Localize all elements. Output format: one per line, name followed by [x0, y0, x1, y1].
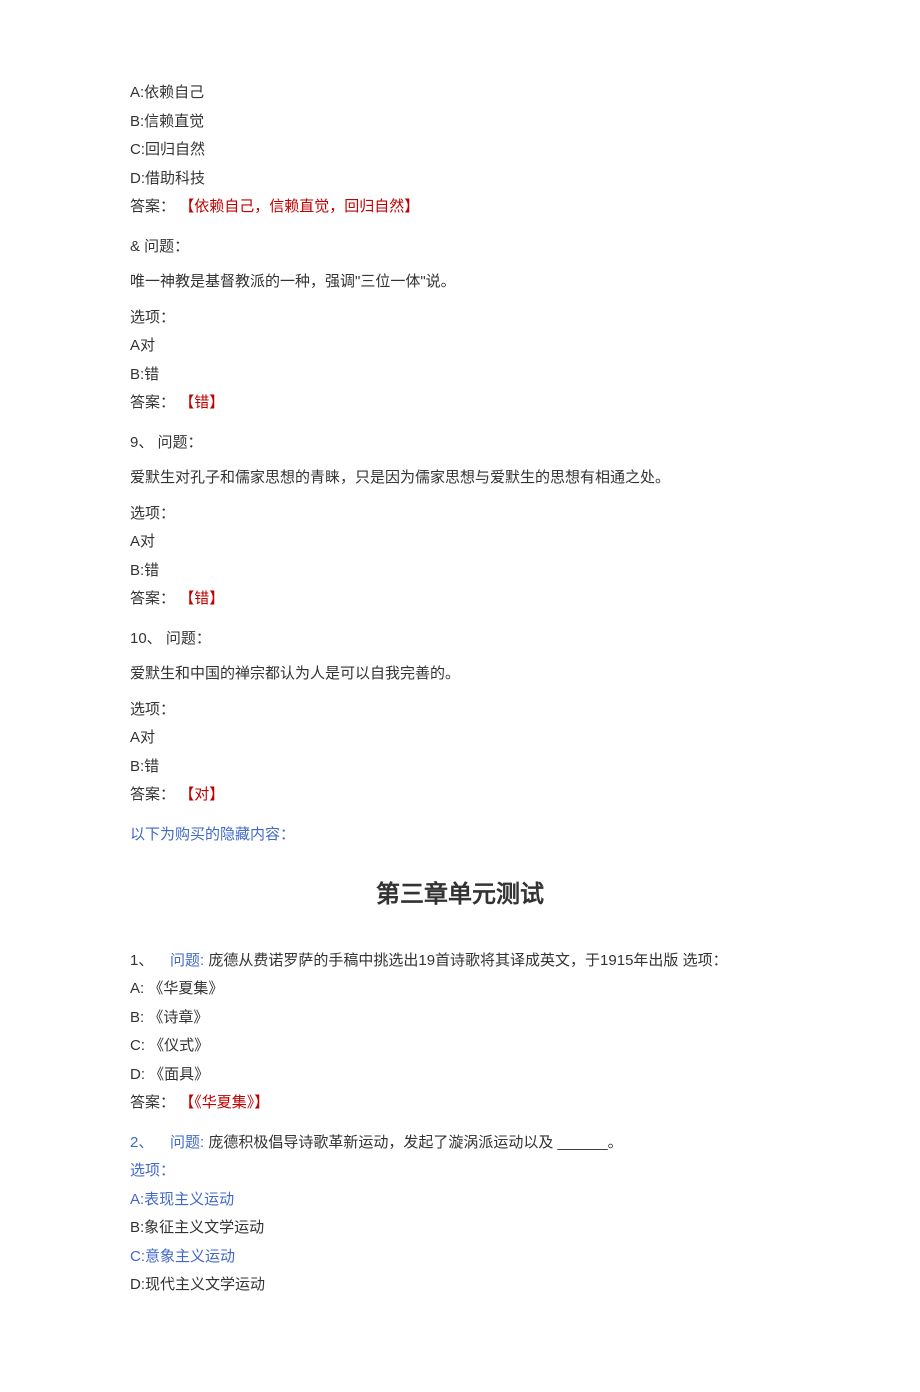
- chapter3-question-1: 1、 问题: 庞德从费诺罗萨的手稿中挑选出19首诗歌将其译成英文，于1915年出…: [130, 948, 790, 1116]
- option-b: B:错: [130, 362, 790, 388]
- option-b: B:错: [130, 558, 790, 584]
- question-prefix: 1、: [130, 952, 153, 969]
- option-d: D:现代主义文学运动: [130, 1272, 790, 1298]
- answer-value: 【错】: [179, 590, 224, 607]
- answer-line: 答案： 【错】: [130, 390, 790, 416]
- option-a: A:表现主义运动: [130, 1187, 790, 1213]
- question-stem: 庞德从费诺罗萨的手稿中挑选出19首诗歌将其译成英文，于1915年出版 选项：: [208, 952, 727, 969]
- options-label: 选项：: [130, 501, 790, 527]
- question-number: 9、 问题：: [130, 430, 790, 456]
- question-stem: 唯一神教是基督教派的一种，强调"三位一体"说。: [130, 269, 790, 295]
- question-8: & 问题： 唯一神教是基督教派的一种，强调"三位一体"说。 选项： A对 B:错…: [130, 234, 790, 416]
- question-header: 2、 问题: 庞德积极倡导诗歌革新运动，发起了漩涡派运动以及 ______。: [130, 1130, 790, 1156]
- question-10: 10、 问题： 爱默生和中国的禅宗都认为人是可以自我完善的。 选项： A对 B:…: [130, 626, 790, 808]
- option-a: A对: [130, 529, 790, 555]
- question-stem: 爱默生和中国的禅宗都认为人是可以自我完善的。: [130, 661, 790, 687]
- answer-line: 答案： 【错】: [130, 586, 790, 612]
- option-d: D: 《面具》: [130, 1062, 790, 1088]
- answer-label: 答案：: [130, 198, 175, 215]
- option-a: A:依赖自己: [130, 80, 790, 106]
- chapter-title: 第三章单元测试: [130, 875, 790, 916]
- question-7-options: A:依赖自己 B:信赖直觉 C:回归自然 D:借助科技 答案： 【依赖自己，信赖…: [130, 80, 790, 220]
- answer-line: 答案： 【依赖自己，信赖直觉，回归自然】: [130, 194, 790, 220]
- question-stem: 爱默生对孔子和儒家思想的青睐，只是因为儒家思想与爱默生的思想有相通之处。: [130, 465, 790, 491]
- option-a: A对: [130, 725, 790, 751]
- option-b: B:象征主义文学运动: [130, 1215, 790, 1241]
- hidden-content-note: 以下为购买的隐藏内容：: [130, 822, 790, 848]
- options-label: 选项：: [130, 1158, 790, 1184]
- option-b: B:信赖直觉: [130, 109, 790, 135]
- option-c: C:意象主义运动: [130, 1244, 790, 1270]
- option-c: C: 《仪式》: [130, 1033, 790, 1059]
- answer-label: 答案：: [130, 590, 175, 607]
- answer-label: 答案：: [130, 1094, 175, 1111]
- question-header: 1、 问题: 庞德从费诺罗萨的手稿中挑选出19首诗歌将其译成英文，于1915年出…: [130, 948, 790, 974]
- answer-value: 【依赖自己，信赖直觉，回归自然】: [179, 198, 419, 215]
- option-b: B: 《诗章》: [130, 1005, 790, 1031]
- option-d: D:借助科技: [130, 166, 790, 192]
- question-number: 10、 问题：: [130, 626, 790, 652]
- option-a: A对: [130, 333, 790, 359]
- answer-value: 【错】: [179, 394, 224, 411]
- answer-label: 答案：: [130, 394, 175, 411]
- question-label: 问题:: [170, 952, 204, 969]
- answer-line: 答案： 【《华夏集》】: [130, 1090, 790, 1116]
- answer-label: 答案：: [130, 786, 175, 803]
- options-label: 选项：: [130, 305, 790, 331]
- question-label: 问题:: [170, 1134, 204, 1151]
- option-c: C:回归自然: [130, 137, 790, 163]
- question-stem: 庞德积极倡导诗歌革新运动，发起了漩涡派运动以及 ______。: [208, 1134, 622, 1151]
- option-a: A: 《华夏集》: [130, 976, 790, 1002]
- chapter3-question-2: 2、 问题: 庞德积极倡导诗歌革新运动，发起了漩涡派运动以及 ______。 选…: [130, 1130, 790, 1298]
- answer-value: 【《华夏集》】: [179, 1094, 269, 1111]
- answer-line: 答案： 【对】: [130, 782, 790, 808]
- question-number: & 问题：: [130, 234, 790, 260]
- options-label: 选项：: [130, 697, 790, 723]
- question-prefix: 2、: [130, 1134, 153, 1151]
- answer-value: 【对】: [179, 786, 224, 803]
- option-b: B:错: [130, 754, 790, 780]
- question-9: 9、 问题： 爱默生对孔子和儒家思想的青睐，只是因为儒家思想与爱默生的思想有相通…: [130, 430, 790, 612]
